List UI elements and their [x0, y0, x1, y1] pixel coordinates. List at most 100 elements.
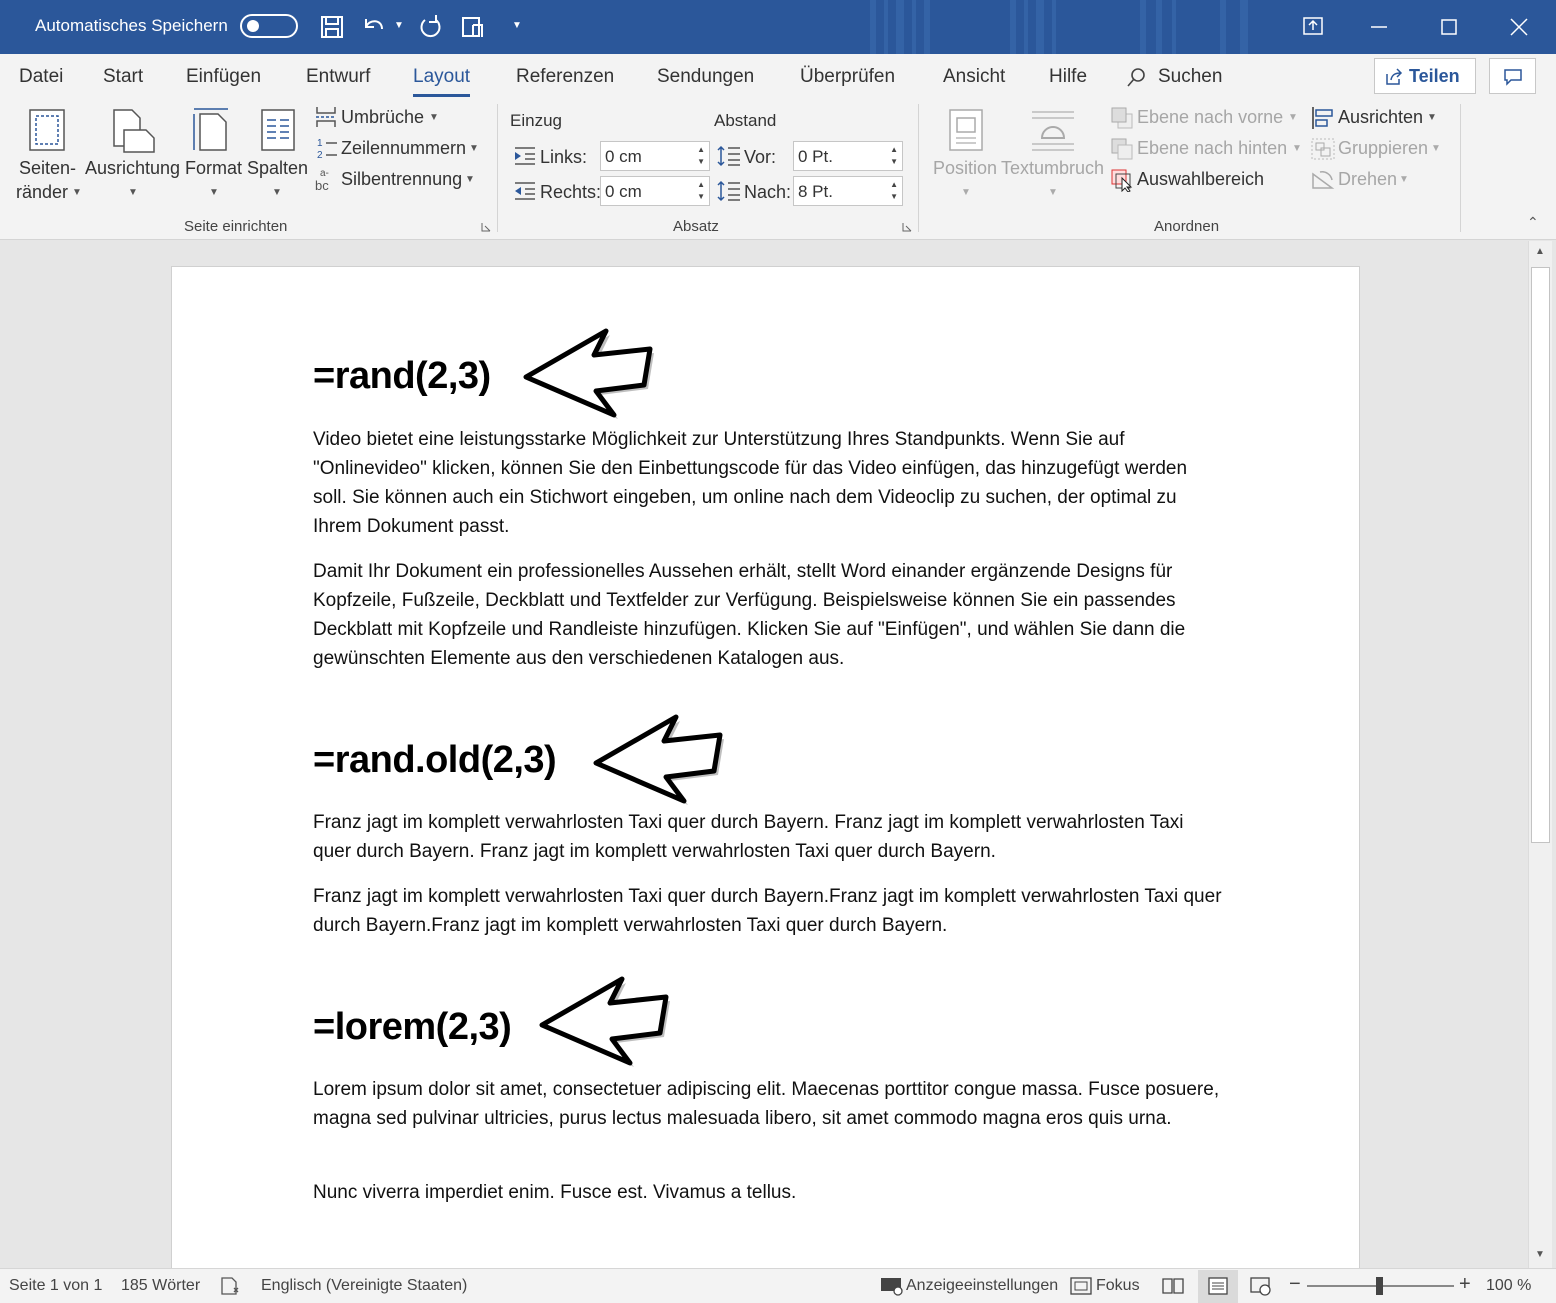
focus-icon[interactable]: [1070, 1277, 1092, 1295]
columns-button[interactable]: Spalten: [247, 158, 308, 179]
print-layout-button[interactable]: [1198, 1270, 1238, 1303]
redo-icon[interactable]: [416, 13, 444, 41]
spacing-before-field[interactable]: 0 Pt. ▲ ▼: [793, 141, 903, 171]
search-label[interactable]: Suchen: [1158, 66, 1222, 88]
document-page[interactable]: =rand(2,3) Video bietet eine leistungsst…: [171, 266, 1360, 1268]
vertical-scrollbar[interactable]: ▲ ▼: [1528, 241, 1552, 1268]
indent-left-label: Links:: [540, 147, 588, 167]
tab-ueberpruefen[interactable]: Überprüfen: [800, 66, 895, 88]
tab-sendungen[interactable]: Sendungen: [657, 66, 754, 88]
selection-pane-button[interactable]: Auswahlbereich: [1137, 169, 1264, 190]
tab-layout[interactable]: Layout: [413, 66, 471, 97]
position-button[interactable]: Position: [933, 158, 997, 179]
send-backward-button[interactable]: Ebene nach hinten: [1137, 138, 1287, 159]
bring-forward-button[interactable]: Ebene nach vorne: [1137, 107, 1283, 128]
send-backward-dropdown-icon[interactable]: ▼: [1292, 143, 1302, 154]
align-dropdown-icon[interactable]: ▼: [1427, 112, 1437, 123]
spacing-after-field[interactable]: 8 Pt. ▲ ▼: [793, 176, 903, 206]
collapse-ribbon-icon[interactable]: ⌃: [1527, 214, 1539, 231]
display-settings[interactable]: Anzeigeeinstellungen: [906, 1277, 1058, 1295]
ribbon-display-icon[interactable]: [1283, 0, 1343, 54]
line-numbers-button[interactable]: Zeilennummern: [341, 138, 466, 159]
save-icon[interactable]: [318, 13, 346, 41]
focus-mode[interactable]: Fokus: [1096, 1277, 1140, 1295]
tab-datei[interactable]: Datei: [19, 66, 63, 88]
tab-ansicht[interactable]: Ansicht: [943, 66, 1005, 88]
spacing-after-icon: [717, 180, 740, 202]
minimize-icon[interactable]: [1349, 0, 1409, 54]
spinner-arrows-icon[interactable]: ▲ ▼: [890, 179, 898, 203]
zoom-percent[interactable]: 100 %: [1486, 1277, 1531, 1295]
touch-mode-icon[interactable]: [460, 13, 488, 41]
close-icon[interactable]: [1489, 0, 1549, 54]
search-icon[interactable]: [1126, 66, 1148, 88]
undo-icon[interactable]: [360, 13, 388, 41]
tab-entwurf[interactable]: Entwurf: [306, 66, 370, 88]
scroll-thumb[interactable]: [1531, 267, 1550, 843]
scroll-up-icon[interactable]: ▲: [1535, 246, 1545, 257]
indent-header: Einzug: [510, 111, 562, 130]
hyphenation-button[interactable]: Silbentrennung: [341, 169, 462, 190]
rotate-button[interactable]: Drehen: [1338, 169, 1397, 190]
line-numbers-dropdown-icon[interactable]: ▼: [469, 143, 479, 154]
autosave-toggle[interactable]: [240, 14, 298, 38]
spinner-arrows-icon[interactable]: ▲ ▼: [890, 144, 898, 168]
proofing-icon[interactable]: [220, 1276, 242, 1296]
heading-lorem: =lorem(2,3): [313, 1006, 512, 1048]
position-icon: [949, 109, 983, 151]
status-bar: Seite 1 von 1 185 Wörter Englisch (Verei…: [0, 1268, 1556, 1303]
group-dropdown-icon[interactable]: ▼: [1431, 143, 1441, 154]
word-count[interactable]: 185 Wörter: [121, 1277, 200, 1295]
tab-referenzen[interactable]: Referenzen: [516, 66, 614, 88]
position-dropdown-icon[interactable]: ▼: [961, 187, 971, 198]
page-setup-group-label: Seite einrichten: [184, 218, 288, 235]
maximize-icon[interactable]: [1419, 0, 1479, 54]
pointer-arrow-icon: [539, 976, 670, 1067]
bring-forward-dropdown-icon[interactable]: ▼: [1288, 112, 1298, 123]
wrap-text-dropdown-icon[interactable]: ▼: [1048, 187, 1058, 198]
align-button[interactable]: Ausrichten: [1338, 107, 1423, 128]
share-button[interactable]: Teilen: [1374, 58, 1476, 94]
margins-icon: [29, 109, 65, 151]
columns-dropdown-icon[interactable]: ▼: [272, 187, 282, 198]
arrange-group-label: Anordnen: [1154, 218, 1220, 235]
read-mode-icon[interactable]: [1162, 1277, 1184, 1295]
group-button[interactable]: Gruppieren: [1338, 138, 1428, 159]
size-dropdown-icon[interactable]: ▼: [209, 187, 219, 198]
customize-icon[interactable]: ▼: [512, 20, 522, 31]
undo-dropdown-icon[interactable]: ▼: [394, 20, 404, 31]
breaks-button[interactable]: Umbrüche: [341, 107, 424, 128]
margins-dropdown-icon[interactable]: ▼: [72, 187, 82, 198]
scroll-down-icon[interactable]: ▼: [1535, 1249, 1545, 1260]
comments-button[interactable]: [1489, 58, 1536, 94]
indent-right-field[interactable]: 0 cm ▲ ▼: [600, 176, 710, 206]
orientation-dropdown-icon[interactable]: ▼: [128, 187, 138, 198]
svg-text:bc: bc: [315, 178, 329, 192]
indent-left-field[interactable]: 0 cm ▲ ▼: [600, 141, 710, 171]
paragraph-launcher-icon[interactable]: [902, 222, 912, 232]
orientation-button[interactable]: Ausrichtung: [85, 158, 180, 179]
spinner-arrows-icon[interactable]: ▲ ▼: [697, 144, 705, 168]
zoom-out-icon[interactable]: −: [1289, 1273, 1301, 1296]
language[interactable]: Englisch (Vereinigte Staaten): [261, 1277, 467, 1295]
page-count[interactable]: Seite 1 von 1: [9, 1277, 102, 1295]
group-separator: [918, 104, 919, 232]
margins-button-line2[interactable]: ränder: [16, 182, 68, 203]
web-layout-icon[interactable]: [1250, 1276, 1272, 1296]
paragraph: Video bietet eine leistungsstarke Möglic…: [313, 429, 1188, 537]
margins-button[interactable]: Seiten-: [19, 158, 76, 179]
wrap-text-button[interactable]: Textumbruch: [1001, 158, 1104, 179]
zoom-slider-thumb[interactable]: [1376, 1277, 1383, 1295]
rotate-dropdown-icon[interactable]: ▼: [1399, 174, 1409, 185]
hyphenation-dropdown-icon[interactable]: ▼: [465, 174, 475, 185]
paragraph: Franz jagt im komplett verwahrlosten Tax…: [313, 812, 1184, 862]
spinner-arrows-icon[interactable]: ▲ ▼: [697, 179, 705, 203]
tab-start[interactable]: Start: [103, 66, 143, 88]
size-button[interactable]: Format: [185, 158, 242, 179]
zoom-in-icon[interactable]: +: [1459, 1273, 1471, 1296]
tab-hilfe[interactable]: Hilfe: [1049, 66, 1087, 88]
breaks-dropdown-icon[interactable]: ▼: [429, 112, 439, 123]
display-settings-icon[interactable]: [880, 1276, 904, 1296]
tab-einfuegen[interactable]: Einfügen: [186, 66, 261, 88]
page-setup-launcher-icon[interactable]: [481, 222, 491, 232]
